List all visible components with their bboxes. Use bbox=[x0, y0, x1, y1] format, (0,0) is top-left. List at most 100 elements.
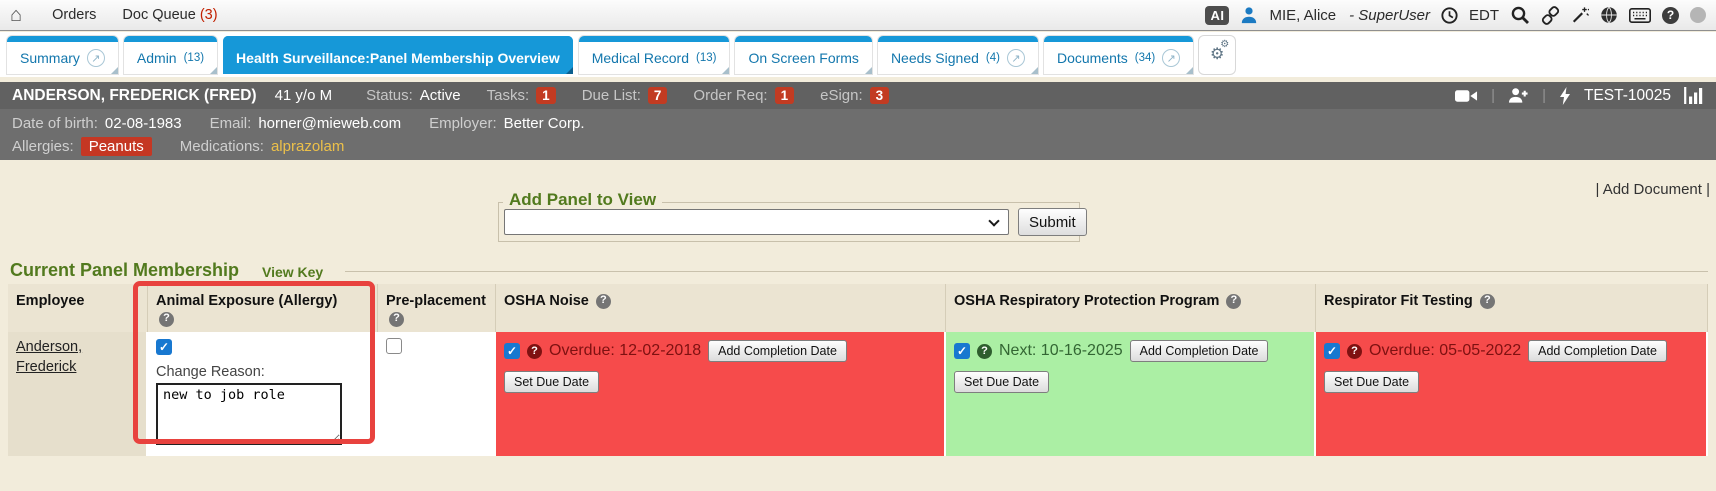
tab-label: Medical Record bbox=[592, 50, 689, 66]
add-completion-date-button[interactable]: Add Completion Date bbox=[708, 340, 847, 362]
employee-link[interactable]: Anderson, Frederick bbox=[16, 338, 108, 377]
add-document-link[interactable]: | Add Document | bbox=[1595, 181, 1710, 198]
help-icon[interactable]: ? bbox=[389, 312, 404, 327]
orders-link[interactable]: Orders bbox=[52, 7, 96, 23]
top-bar: ⌂ Orders Doc Queue (3) AI MIE, Alice - S… bbox=[0, 0, 1716, 31]
help-icon[interactable]: ? bbox=[1226, 294, 1241, 309]
pre-placement-cell bbox=[378, 332, 496, 456]
patient-id: TEST-10025 bbox=[1584, 87, 1671, 105]
keyboard-icon[interactable] bbox=[1629, 8, 1651, 23]
tab-count: (13) bbox=[696, 52, 716, 64]
dob-label: Date of birth: bbox=[12, 115, 98, 132]
help-icon[interactable]: ? bbox=[1347, 344, 1362, 359]
column-header-osha-noise: OSHA Noise ? bbox=[496, 284, 946, 332]
status-label: Overdue: bbox=[1369, 342, 1435, 359]
respirator-fit-checkbox[interactable]: ✓ bbox=[1324, 343, 1340, 359]
column-label: OSHA Noise bbox=[504, 293, 589, 309]
allergies-label: Allergies: bbox=[12, 138, 74, 155]
osha-noise-checkbox[interactable]: ✓ bbox=[504, 343, 520, 359]
osha-respiratory-checkbox[interactable]: ✓ bbox=[954, 343, 970, 359]
help-icon[interactable]: ? bbox=[596, 294, 611, 309]
video-camera-icon[interactable] bbox=[1455, 89, 1478, 103]
user-role: - SuperUser bbox=[1349, 7, 1430, 24]
column-label: Employee bbox=[16, 293, 85, 309]
status-date: 10-16-2025 bbox=[1041, 342, 1123, 359]
help-icon[interactable]: ? bbox=[1662, 7, 1679, 24]
tab-on-screen-forms[interactable]: On Screen Forms bbox=[735, 36, 871, 74]
tab-documents[interactable]: Documents (34) ↗ bbox=[1044, 36, 1193, 74]
doc-queue-count: (3) bbox=[200, 7, 218, 23]
patient-name: ANDERSON, FREDERICK (FRED) bbox=[12, 87, 257, 105]
help-icon[interactable]: ? bbox=[527, 344, 542, 359]
due-list-count-badge[interactable]: 7 bbox=[648, 87, 668, 104]
panel-select[interactable] bbox=[504, 209, 1009, 235]
medication-value[interactable]: alprazolam bbox=[271, 138, 344, 155]
employer-label: Employer: bbox=[429, 115, 497, 132]
status-label: Status: bbox=[366, 87, 413, 104]
lightning-bolt-icon[interactable] bbox=[1559, 87, 1571, 105]
animal-exposure-checkbox[interactable]: ✓ bbox=[156, 339, 172, 355]
chart-icon[interactable] bbox=[1684, 87, 1704, 104]
tab-bar: Summary ↗ Admin (13) Health Surveillance… bbox=[0, 32, 1716, 77]
status-label: Overdue: bbox=[549, 342, 615, 359]
ai-badge[interactable]: AI bbox=[1205, 6, 1229, 25]
home-icon[interactable]: ⌂ bbox=[10, 5, 22, 25]
allergy-badge[interactable]: Peanuts bbox=[81, 137, 152, 156]
set-due-date-button[interactable]: Set Due Date bbox=[1324, 371, 1419, 393]
doc-queue-label: Doc Queue bbox=[122, 7, 195, 23]
help-icon[interactable]: ? bbox=[1480, 294, 1495, 309]
search-icon[interactable] bbox=[1510, 5, 1530, 25]
tab-summary[interactable]: Summary ↗ bbox=[7, 36, 118, 74]
help-icon[interactable]: ? bbox=[159, 312, 174, 327]
tab-health-surveillance[interactable]: Health Surveillance:Panel Membership Ove… bbox=[223, 36, 573, 74]
wand-icon[interactable] bbox=[1571, 6, 1589, 24]
tab-admin[interactable]: Admin (13) bbox=[124, 36, 217, 74]
main-content: | Add Document | Add Panel to View Submi… bbox=[0, 160, 1716, 491]
user-icon bbox=[1240, 6, 1258, 24]
column-label: OSHA Respiratory Protection Program bbox=[954, 293, 1219, 309]
esign-count-badge[interactable]: 3 bbox=[870, 87, 890, 104]
view-key-link[interactable]: View Key bbox=[262, 264, 323, 280]
clock-icon[interactable] bbox=[1441, 7, 1458, 24]
order-req-label: Order Req: bbox=[693, 87, 767, 104]
globe-icon[interactable] bbox=[1600, 6, 1618, 24]
link-icon[interactable] bbox=[1541, 6, 1560, 25]
external-link-icon[interactable]: ↗ bbox=[1162, 49, 1180, 67]
tasks-count-badge[interactable]: 1 bbox=[536, 87, 556, 104]
tab-settings-button[interactable]: ⚙ ⚙ bbox=[1199, 36, 1235, 74]
chevron-down-icon bbox=[988, 215, 999, 226]
person-add-icon[interactable] bbox=[1508, 87, 1529, 104]
column-label: Animal Exposure (Allergy) bbox=[156, 293, 337, 309]
external-link-icon[interactable]: ↗ bbox=[87, 49, 105, 67]
dob-value: 02-08-1983 bbox=[105, 115, 182, 132]
status-dot-icon bbox=[1690, 7, 1706, 23]
employee-cell: Anderson, Frederick bbox=[8, 332, 148, 456]
tab-needs-signed[interactable]: Needs Signed (4) ↗ bbox=[878, 36, 1038, 74]
tab-count: (4) bbox=[986, 52, 1000, 64]
separator: | bbox=[1542, 87, 1546, 104]
patient-info-bar: Date of birth: 02-08-1983 Email: horner@… bbox=[0, 109, 1716, 160]
panel-membership-table: Employee Animal Exposure (Allergy)? Pre-… bbox=[8, 284, 1708, 456]
pre-placement-checkbox[interactable] bbox=[386, 338, 402, 354]
add-panel-fieldset: Add Panel to View Submit bbox=[498, 202, 1080, 242]
set-due-date-button[interactable]: Set Due Date bbox=[954, 371, 1049, 393]
section-divider bbox=[345, 271, 1708, 272]
table-row: Anderson, Frederick ✓ Change Reason: new… bbox=[8, 332, 1708, 456]
add-completion-date-button[interactable]: Add Completion Date bbox=[1130, 340, 1269, 362]
status-date: 05-05-2022 bbox=[1439, 342, 1521, 359]
order-req-count-badge[interactable]: 1 bbox=[775, 87, 795, 104]
submit-button[interactable]: Submit bbox=[1018, 208, 1087, 236]
external-link-icon[interactable]: ↗ bbox=[1007, 49, 1025, 67]
table-header-row: Employee Animal Exposure (Allergy)? Pre-… bbox=[8, 284, 1708, 332]
esign-label: eSign: bbox=[820, 87, 863, 104]
help-icon[interactable]: ? bbox=[977, 344, 992, 359]
tasks-label: Tasks: bbox=[487, 87, 530, 104]
set-due-date-button[interactable]: Set Due Date bbox=[504, 371, 599, 393]
tab-count: (34) bbox=[1135, 52, 1155, 64]
timezone-label: EDT bbox=[1469, 7, 1499, 24]
doc-queue-link[interactable]: Doc Queue (3) bbox=[122, 7, 217, 23]
patient-header-bar: ANDERSON, FREDERICK (FRED) 41 y/o M Stat… bbox=[0, 82, 1716, 109]
tab-medical-record[interactable]: Medical Record (13) bbox=[579, 36, 730, 74]
add-completion-date-button[interactable]: Add Completion Date bbox=[1528, 340, 1667, 362]
change-reason-textarea[interactable]: new to job role bbox=[156, 383, 342, 445]
